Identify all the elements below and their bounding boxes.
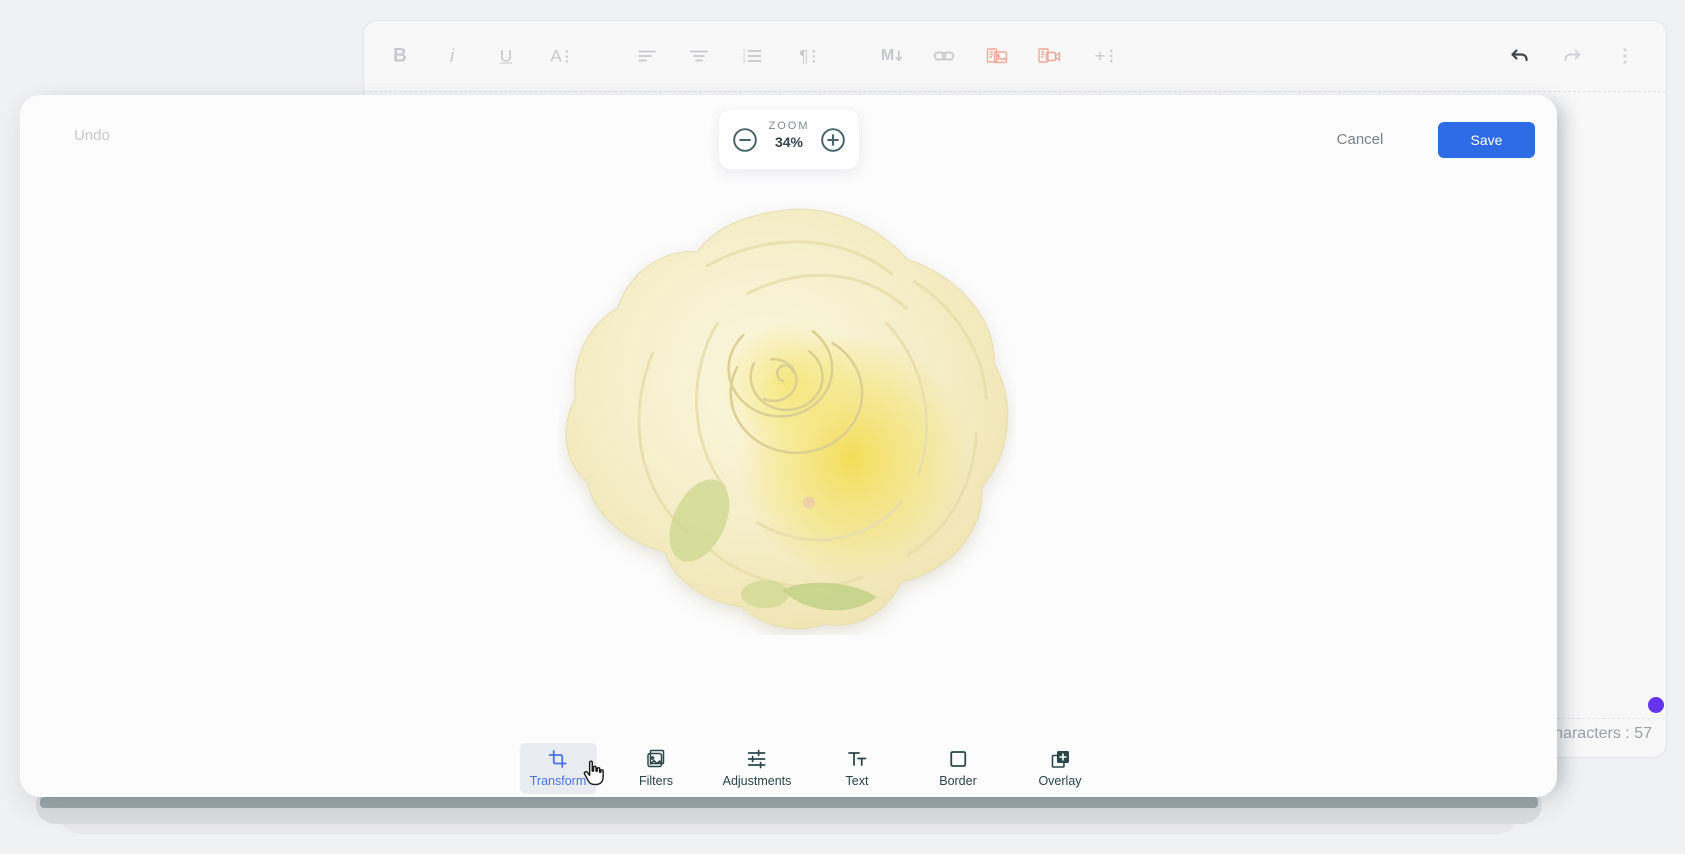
insert-more-button[interactable]: + [1095,47,1114,65]
bold-icon: B [393,47,407,66]
rose-illustration [558,203,1016,635]
undo-icon [1508,46,1530,66]
tool-label: Border [939,774,977,788]
italic-icon: i [450,47,454,65]
canvas-image-yellow-rose [558,203,1016,635]
transform-icon [548,749,568,769]
more-options-button[interactable] [1622,47,1628,65]
tool-label: Filters [639,774,673,788]
filters-icon [646,749,666,769]
tool-adjustments[interactable]: Adjustments [713,743,802,794]
tool-overlay[interactable]: Overlay [1028,743,1091,794]
tool-label: Transform [530,774,587,788]
tool-filters[interactable]: Filters [629,743,683,794]
ordered-list-button[interactable]: 123 [742,47,763,65]
tool-label: Text [846,774,869,788]
status-dot [1648,697,1664,713]
text-style-button[interactable]: A [550,48,569,65]
insert-image-icon [986,47,1008,66]
adjustments-icon [747,749,767,769]
overlay-icon [1050,749,1070,769]
ordered-list-icon: 123 [742,47,763,65]
underline-icon: U [500,48,512,65]
paragraph-options-button[interactable]: ¶ [799,48,816,65]
hand-cursor-icon [580,759,607,790]
border-icon [948,749,968,769]
cancel-button[interactable]: Cancel [1320,125,1400,155]
align-center-icon [689,47,709,65]
text-icon [847,749,867,769]
save-button[interactable]: Save [1438,122,1535,158]
tool-label: Overlay [1038,774,1081,788]
bold-button[interactable]: B [393,47,407,66]
image-editor-modal: Undo ZOOM 34% Cancel Save [20,95,1557,797]
link-button[interactable] [933,47,955,65]
zoom-in-button[interactable] [820,127,846,153]
text-style-icon: A [550,48,569,65]
link-icon [933,47,955,65]
character-count: Characters : 57 [1543,725,1652,743]
italic-button[interactable]: i [450,47,454,65]
insert-video-icon [1038,47,1061,66]
markdown-icon: M [881,48,903,64]
editor-tools-bar: Transform Filters Adjustments Text Border Ove… [20,743,1557,795]
align-center-button[interactable] [689,47,709,65]
redo-button[interactable] [1562,46,1584,66]
align-left-button[interactable] [637,47,657,65]
page: Bi U A 123 ¶ M + Characters : 57 Undo ZOOM 34% [0,0,1685,854]
insert-more-icon: + [1095,47,1114,65]
editor-undo-button[interactable]: Undo [74,127,110,144]
redo-icon [1562,46,1584,66]
tool-label: Adjustments [723,774,792,788]
insert-video-button[interactable] [1038,47,1061,66]
plus-circle-icon [820,127,846,153]
tool-text[interactable]: Text [836,743,879,794]
more-options-icon [1622,47,1628,65]
zoom-control: ZOOM 34% [718,108,860,170]
underline-button[interactable]: U [500,48,512,65]
insert-image-button[interactable] [986,47,1008,66]
paragraph-options-icon: ¶ [799,48,816,65]
undo-button[interactable] [1508,46,1530,66]
markdown-button[interactable]: M [881,48,903,64]
align-left-icon [637,47,657,65]
tool-border[interactable]: Border [929,743,987,794]
modal-stack-scroll-edge [40,797,1538,808]
svg-text:3: 3 [743,59,746,65]
editor-toolbar: Bi U A 123 ¶ M + [364,21,1666,92]
